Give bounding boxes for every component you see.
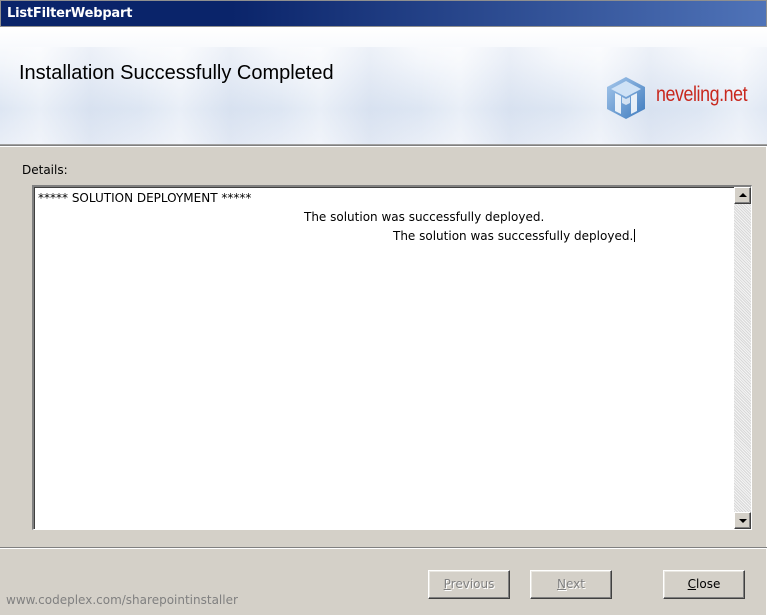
details-line-text: The solution was successfully deployed. [393, 229, 634, 243]
next-accel: N [557, 577, 566, 591]
details-line: The solution was successfully deployed. [393, 228, 636, 244]
details-label: Details: [22, 163, 68, 177]
details-text: ***** SOLUTION DEPLOYMENT ***** The solu… [38, 190, 727, 529]
window-title: ListFilterWebpart [7, 6, 133, 21]
logo-text: neveling.net [656, 83, 748, 106]
details-line: ***** SOLUTION DEPLOYMENT ***** [38, 191, 252, 205]
next-button[interactable]: Next [530, 570, 612, 599]
header-separator [0, 145, 767, 147]
text-caret [634, 229, 636, 242]
close-button[interactable]: Close [663, 570, 745, 599]
title-bar[interactable]: ListFilterWebpart [0, 0, 767, 27]
neveling-cube-icon [607, 77, 645, 119]
codeplex-link[interactable]: www.codeplex.com/sharepointinstaller [6, 593, 238, 607]
details-line: The solution was successfully deployed. [304, 210, 545, 224]
page-title: Installation Successfully Completed [19, 62, 334, 84]
close-accel: C [687, 577, 697, 591]
arrow-down-icon [739, 519, 747, 523]
previous-accel: P [443, 577, 451, 591]
previous-button[interactable]: Previous [428, 570, 510, 599]
footer-separator [0, 547, 767, 549]
arrow-up-icon [739, 193, 747, 197]
scroll-down-button[interactable] [734, 512, 751, 529]
company-logo: neveling.net [601, 73, 751, 123]
next-label: ext [566, 577, 585, 591]
details-textbox[interactable]: ***** SOLUTION DEPLOYMENT ***** The solu… [32, 185, 752, 530]
previous-label: revious [450, 577, 495, 591]
vertical-scrollbar[interactable] [734, 187, 751, 529]
installer-window: ListFilterWebpart Installation Successfu… [0, 0, 767, 615]
close-label: lose [696, 577, 721, 591]
header-banner: Installation Successfully Completed neve… [0, 27, 767, 145]
scroll-up-button[interactable] [734, 187, 751, 204]
